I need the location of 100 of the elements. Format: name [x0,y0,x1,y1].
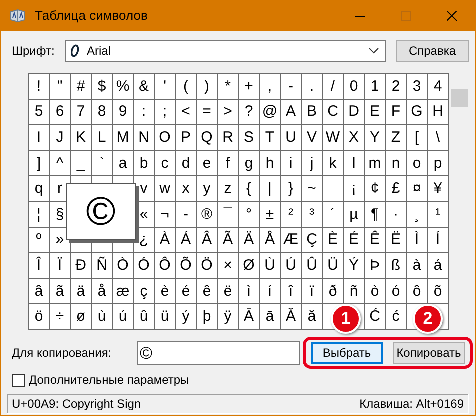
character-cell[interactable]: Å [260,228,281,254]
character-cell[interactable]: I [29,125,50,151]
character-cell[interactable]: * [218,74,239,100]
character-cell[interactable]: Ñ [92,253,113,279]
character-cell[interactable]: õ [428,278,449,304]
character-cell[interactable]: æ [113,278,134,304]
character-cell[interactable]: ¯ [218,202,239,228]
character-cell[interactable]: ² [281,202,302,228]
character-cell[interactable]: / [323,74,344,100]
checkbox[interactable] [12,374,25,386]
character-cell[interactable]: M [113,125,134,151]
character-cell[interactable]: ± [260,202,281,228]
character-cell[interactable]: Ā [239,304,260,330]
character-cell[interactable]: % [113,74,134,100]
character-cell[interactable]: Ă [281,304,302,330]
character-cell[interactable]: µ [344,202,365,228]
character-cell[interactable]: É [344,228,365,254]
character-cell[interactable]: ñ [344,278,365,304]
character-cell[interactable]: | [260,176,281,202]
character-cell[interactable]: ÷ [50,304,71,330]
character-cell[interactable]: È [323,228,344,254]
character-cell[interactable]: é [176,278,197,304]
character-cell[interactable]: S [239,125,260,151]
character-cell[interactable]: H [428,100,449,126]
character-cell[interactable]: O [155,125,176,151]
character-cell[interactable]: À [155,228,176,254]
character-cell[interactable]: ) [197,74,218,100]
character-cell[interactable]: D [344,100,365,126]
copy-button[interactable]: Копировать [393,342,465,364]
character-cell[interactable]: ¦ [29,202,50,228]
character-cell[interactable]: > [218,100,239,126]
character-cell[interactable]: { [239,176,260,202]
character-cell[interactable]: o [407,150,428,176]
character-cell[interactable]: k [323,150,344,176]
character-cell[interactable]: 8 [92,100,113,126]
character-cell[interactable]: y [197,176,218,202]
character-cell[interactable]: - [281,74,302,100]
character-cell[interactable]: ā [260,304,281,330]
character-cell[interactable]: Ã [218,228,239,254]
character-cell[interactable]: £ [386,176,407,202]
character-cell[interactable]: q [29,176,50,202]
character-cell[interactable]: ¹ [428,202,449,228]
character-cell[interactable]: ` [92,150,113,176]
character-cell[interactable]: ò [365,278,386,304]
character-cell[interactable]: Ë [386,228,407,254]
character-cell[interactable]: @ [260,100,281,126]
character-cell[interactable]: Ć [365,304,386,330]
character-cell[interactable]: U [281,125,302,151]
character-cell[interactable]: Ö [197,253,218,279]
character-cell[interactable]: L [92,125,113,151]
character-cell[interactable]: 2 [386,74,407,100]
character-cell[interactable]: ¸ [407,202,428,228]
character-cell[interactable]: # [71,74,92,100]
character-cell[interactable]: 5 [29,100,50,126]
character-cell[interactable]: Õ [176,253,197,279]
character-cell[interactable]: h [260,150,281,176]
character-cell[interactable]: ß [386,253,407,279]
font-dropdown[interactable]: Arial [65,40,386,62]
character-cell[interactable]: º [29,228,50,254]
character-cell[interactable]: ] [29,150,50,176]
character-cell[interactable]: Ì [407,228,428,254]
character-cell[interactable]: [ [407,125,428,151]
character-cell[interactable]: : [134,100,155,126]
character-cell[interactable]: ó [386,278,407,304]
character-cell[interactable]: 1 [365,74,386,100]
character-cell[interactable]: } [281,176,302,202]
character-cell[interactable]: Û [302,253,323,279]
character-cell[interactable]: · [386,202,407,228]
character-cell[interactable]: ¥ [428,176,449,202]
character-cell[interactable]: R [218,125,239,151]
character-cell[interactable]: w [155,176,176,202]
character-cell[interactable]: 0 [344,74,365,100]
character-cell[interactable]: Ü [323,253,344,279]
character-cell[interactable]: ° [239,202,260,228]
character-cell[interactable]: X [344,125,365,151]
character-cell[interactable]: Ï [50,253,71,279]
character-cell[interactable]: 7 [71,100,92,126]
character-cell[interactable]: e [197,150,218,176]
character-cell[interactable]: N [134,125,155,151]
character-cell[interactable]: ¡ [344,176,365,202]
character-cell[interactable]: ; [155,100,176,126]
character-cell[interactable]: ¤ [407,176,428,202]
character-cell[interactable]: T [260,125,281,151]
character-cell[interactable]: J [50,125,71,151]
character-cell[interactable]: ã [50,278,71,304]
character-cell[interactable]: z [218,176,239,202]
character-cell[interactable]: A [281,100,302,126]
character-cell[interactable]: Ý [344,253,365,279]
character-cell[interactable]: g [239,150,260,176]
character-cell[interactable]: ð [323,278,344,304]
character-cell[interactable]: ì [239,278,260,304]
character-cell[interactable]: < [176,100,197,126]
character-cell[interactable]: ? [239,100,260,126]
character-cell[interactable]: 9 [113,100,134,126]
copy-field[interactable]: © [137,341,300,365]
character-cell[interactable]: Y [365,125,386,151]
character-cell[interactable]: ¶ [365,202,386,228]
character-cell[interactable]: p [428,150,449,176]
character-cell[interactable]: ¬ [155,202,176,228]
character-cell[interactable]: Í [428,228,449,254]
